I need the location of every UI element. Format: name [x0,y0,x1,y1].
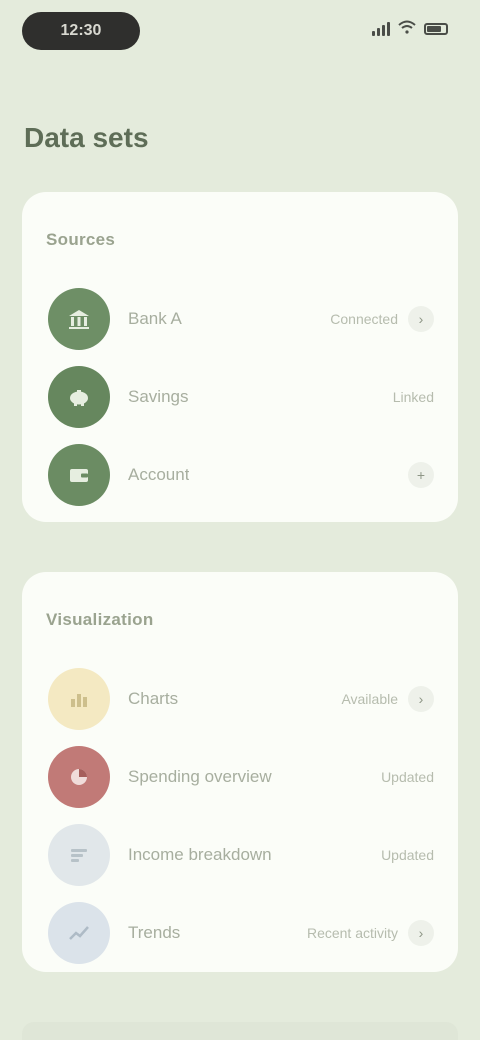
wifi-icon [398,20,416,38]
tool-row-label: Income breakdown [128,845,272,864]
chevron-right-icon[interactable]: › [408,686,434,712]
wallet-icon [48,444,110,506]
sources-card: Sources Bank A Connected › Savings Linke… [22,192,458,522]
source-row-meta: Connected › [330,306,434,332]
tool-row-meta: Updated [381,847,434,863]
status-icons [372,20,448,38]
tool-row-label: Charts [128,689,179,708]
bars-icon [48,824,110,886]
sources-card-title: Sources [46,230,116,249]
source-row-meta: Linked [393,389,434,405]
status-bar: 12:30 [0,0,480,64]
battery-icon [424,23,448,35]
visualization-card: Visualization Charts Available › Spendin… [22,572,458,972]
tool-row-status: Available [341,691,398,707]
source-row-savings[interactable]: Savings Linked [46,358,434,436]
tool-row-meta: Available › [341,686,434,712]
source-row-label: Account [128,465,190,484]
source-row-label: Bank A [128,309,182,328]
visualization-card-title: Visualization [46,610,154,629]
source-row-bank[interactable]: Bank A Connected › [46,280,434,358]
page-title: Data sets [24,122,149,153]
piggy-bank-icon [48,366,110,428]
source-row-account[interactable]: Account + [46,436,434,514]
tool-row-status: Recent activity [306,925,398,941]
source-row-status: Linked [392,389,434,405]
trend-icon [48,902,110,964]
bank-icon [48,288,110,350]
tool-row-charts[interactable]: Charts Available › [46,660,434,738]
status-time: 12:30 [22,12,140,50]
tool-row-meta: Updated [381,769,434,785]
tool-row-label: Spending overview [128,767,272,786]
chevron-right-icon[interactable]: › [408,920,434,946]
tool-row-status: Updated [381,847,434,863]
tool-row-spending[interactable]: Spending overview Updated [46,738,434,816]
tool-row-trends[interactable]: Trends Recent activity › [46,894,434,972]
chevron-right-icon[interactable]: › [408,306,434,332]
source-row-label: Savings [128,387,189,406]
tool-row-meta: Recent activity › [307,920,434,946]
pie-icon [48,746,110,808]
source-row-meta: + [408,462,434,488]
source-row-status: Connected [330,311,398,327]
tool-row-status: Updated [381,769,434,785]
add-icon[interactable]: + [408,462,434,488]
tool-row-label: Trends [128,923,181,942]
chart-icon [48,668,110,730]
next-card-edge [22,1022,458,1040]
signal-icon [372,22,390,36]
tool-row-income[interactable]: Income breakdown Updated [46,816,434,894]
